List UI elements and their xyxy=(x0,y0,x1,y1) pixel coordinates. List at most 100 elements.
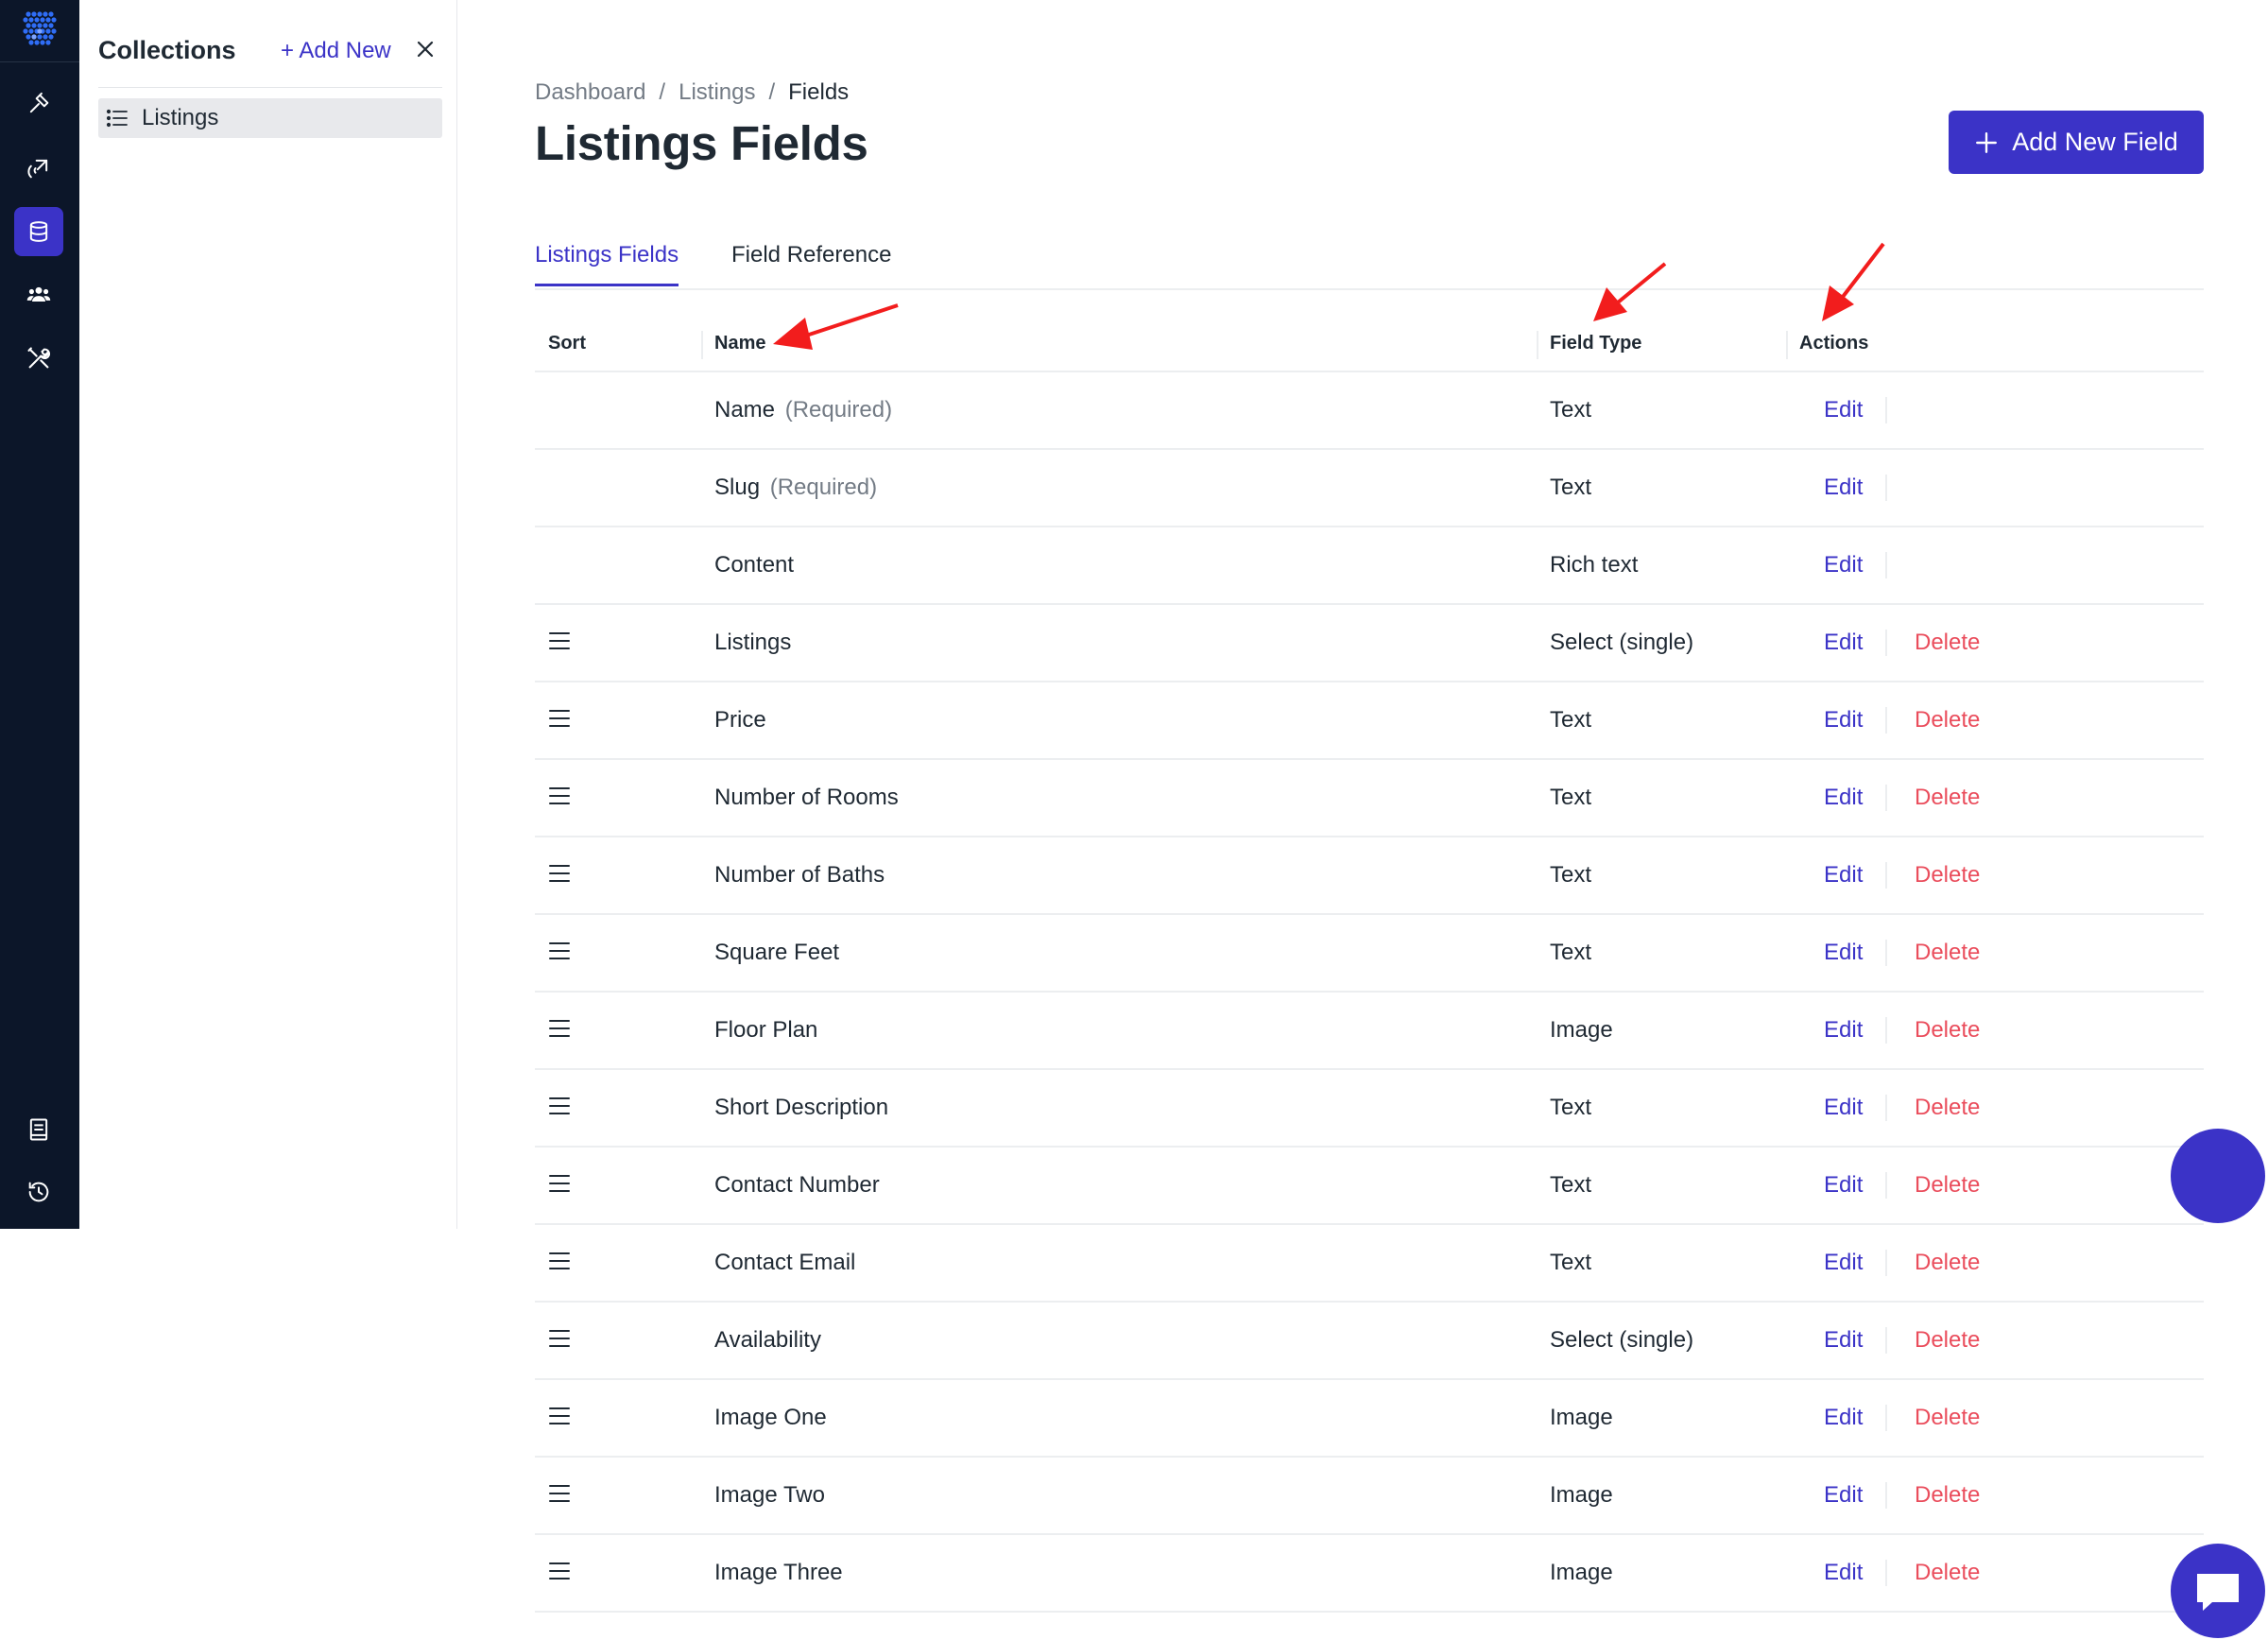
table-row: Content Rich text Edit xyxy=(535,527,2204,605)
rail-users-button[interactable] xyxy=(14,270,63,319)
edit-link[interactable]: Edit xyxy=(1824,1250,1863,1276)
field-type: Image xyxy=(1550,1017,1613,1043)
collection-item-listings[interactable]: Listings xyxy=(98,98,442,138)
delete-link[interactable]: Delete xyxy=(1915,862,1980,889)
delete-link[interactable]: Delete xyxy=(1915,1327,1980,1354)
edit-link[interactable]: Edit xyxy=(1824,475,1863,501)
edit-link[interactable]: Edit xyxy=(1824,397,1863,423)
drag-handle-icon[interactable] xyxy=(548,785,571,806)
breadcrumb-listings[interactable]: Listings xyxy=(679,79,755,106)
field-name-text: Price xyxy=(714,707,766,733)
collections-panel: Collections + Add New Listings xyxy=(79,0,457,1229)
required-marker: (Required) xyxy=(784,397,893,423)
delete-link[interactable]: Delete xyxy=(1915,1172,1980,1199)
field-type: Select (single) xyxy=(1550,1327,1694,1353)
rail-deploy-button[interactable] xyxy=(14,144,63,193)
edit-link[interactable]: Edit xyxy=(1824,862,1863,889)
hammer-icon xyxy=(29,92,49,113)
field-name-text: Short Description xyxy=(714,1095,889,1120)
field-name: Number of Baths xyxy=(714,862,885,889)
rail-settings-button[interactable] xyxy=(14,334,63,383)
header-divider xyxy=(1537,331,1538,359)
delete-link[interactable]: Delete xyxy=(1915,1250,1980,1276)
rail-collections-button[interactable] xyxy=(14,207,63,256)
header-name: Name xyxy=(714,333,766,354)
drag-handle-icon[interactable] xyxy=(548,1018,571,1039)
field-type: Text xyxy=(1550,707,1592,733)
delete-link[interactable]: Delete xyxy=(1915,1017,1980,1044)
drag-handle-icon[interactable] xyxy=(548,708,571,729)
action-divider xyxy=(1885,1405,1887,1431)
drag-handle-icon[interactable] xyxy=(548,1483,571,1504)
users-icon xyxy=(26,286,51,302)
delete-link[interactable]: Delete xyxy=(1915,1482,1980,1509)
delete-link[interactable]: Delete xyxy=(1915,1095,1980,1121)
edit-link[interactable]: Edit xyxy=(1824,1095,1863,1121)
field-type: Rich text xyxy=(1550,552,1639,578)
field-name-text: Image One xyxy=(714,1405,827,1430)
delete-link[interactable]: Delete xyxy=(1915,940,1980,966)
action-divider xyxy=(1885,1327,1887,1354)
table-row: Number of Rooms Text Edit Delete xyxy=(535,760,2204,837)
logo-icon[interactable] xyxy=(20,9,60,48)
drag-handle-icon[interactable] xyxy=(548,630,571,651)
delete-link[interactable]: Delete xyxy=(1915,707,1980,734)
delete-link[interactable]: Delete xyxy=(1915,1405,1980,1431)
edit-link[interactable]: Edit xyxy=(1824,940,1863,966)
field-type: Text xyxy=(1550,1095,1592,1120)
edit-link[interactable]: Edit xyxy=(1824,630,1863,656)
chat-button[interactable] xyxy=(2171,1544,2265,1638)
edit-link[interactable]: Edit xyxy=(1824,1405,1863,1431)
action-divider xyxy=(1885,1172,1887,1199)
drag-handle-icon[interactable] xyxy=(548,1406,571,1426)
edit-link[interactable]: Edit xyxy=(1824,707,1863,734)
action-divider xyxy=(1885,475,1887,501)
list-icon xyxy=(106,109,128,128)
drag-handle-icon[interactable] xyxy=(548,1328,571,1349)
action-divider xyxy=(1885,862,1887,889)
rail-build-button[interactable] xyxy=(14,79,63,129)
tab-listings-fields[interactable]: Listings Fields xyxy=(535,242,679,286)
add-new-field-button[interactable]: Add New Field xyxy=(1949,111,2204,174)
table-row: Short Description Text Edit Delete xyxy=(535,1070,2204,1148)
add-new-field-label: Add New Field xyxy=(2012,128,2178,156)
drag-handle-icon[interactable] xyxy=(548,1173,571,1194)
edit-link[interactable]: Edit xyxy=(1824,552,1863,578)
rail-docs-button[interactable] xyxy=(14,1105,63,1154)
delete-link[interactable]: Delete xyxy=(1915,630,1980,656)
field-name: Listings xyxy=(714,630,791,656)
drag-handle-icon[interactable] xyxy=(548,1561,571,1581)
field-name: Square Feet xyxy=(714,940,839,966)
field-name: Number of Rooms xyxy=(714,785,899,811)
field-name-text: Number of Baths xyxy=(714,862,885,888)
drag-handle-icon[interactable] xyxy=(548,941,571,961)
icon-rail xyxy=(0,0,79,1229)
field-name: Price xyxy=(714,707,766,734)
field-name-text: Listings xyxy=(714,630,792,655)
edit-link[interactable]: Edit xyxy=(1824,1327,1863,1354)
edit-link[interactable]: Edit xyxy=(1824,1482,1863,1509)
field-type: Text xyxy=(1550,1250,1592,1275)
floating-action-button[interactable] xyxy=(2171,1129,2265,1223)
action-divider xyxy=(1885,630,1887,656)
rail-history-button[interactable] xyxy=(14,1167,63,1217)
tab-field-reference[interactable]: Field Reference xyxy=(731,242,891,268)
breadcrumb-current: Fields xyxy=(788,79,850,105)
breadcrumb-separator: / xyxy=(768,79,776,105)
close-icon[interactable] xyxy=(414,38,437,60)
drag-handle-icon[interactable] xyxy=(548,863,571,884)
breadcrumb-dashboard[interactable]: Dashboard xyxy=(535,79,645,106)
table-row: Slug (Required) Text Edit xyxy=(535,450,2204,527)
add-collection-link[interactable]: + Add New xyxy=(281,38,391,64)
field-type: Image xyxy=(1550,1560,1613,1585)
edit-link[interactable]: Edit xyxy=(1824,1172,1863,1199)
delete-link[interactable]: Delete xyxy=(1915,785,1980,811)
drag-handle-icon[interactable] xyxy=(548,1096,571,1116)
field-type: Text xyxy=(1550,785,1592,810)
delete-link[interactable]: Delete xyxy=(1915,1560,1980,1586)
edit-link[interactable]: Edit xyxy=(1824,785,1863,811)
chat-icon xyxy=(2197,1574,2239,1611)
edit-link[interactable]: Edit xyxy=(1824,1017,1863,1044)
drag-handle-icon[interactable] xyxy=(548,1251,571,1271)
edit-link[interactable]: Edit xyxy=(1824,1560,1863,1586)
